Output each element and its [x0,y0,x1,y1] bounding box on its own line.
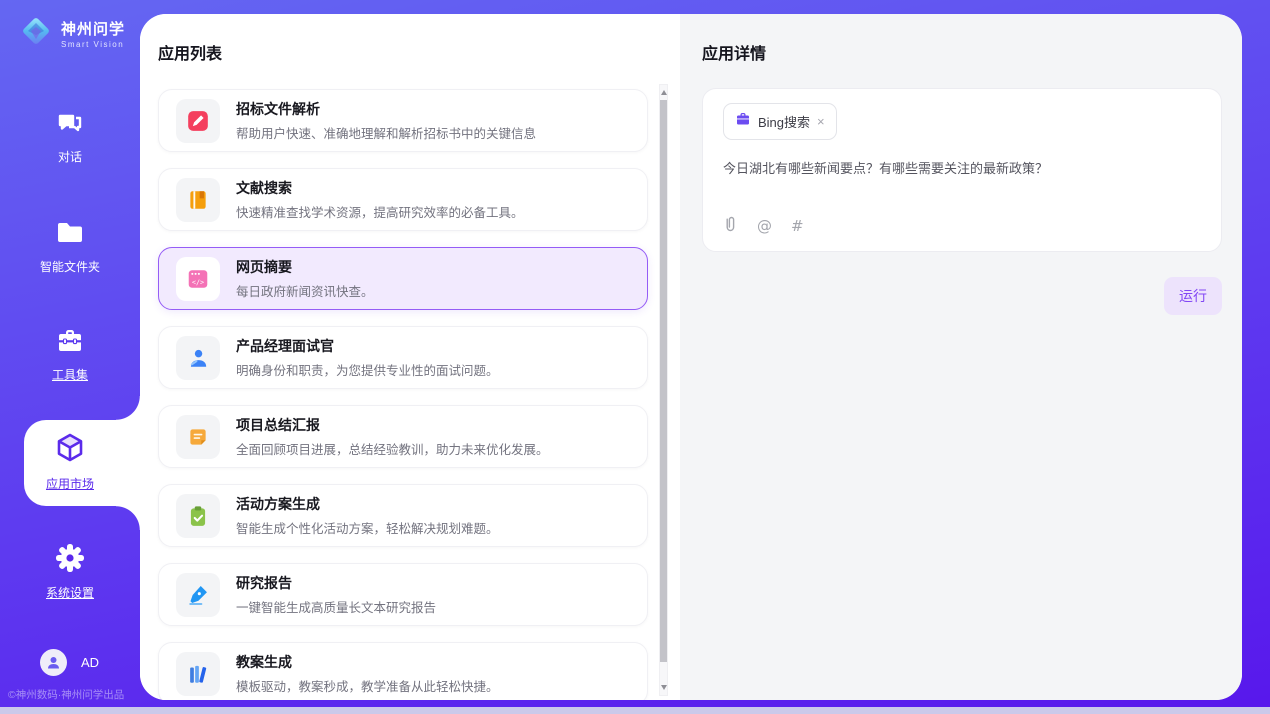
gear-icon [54,542,86,579]
tool-tag-bing-search[interactable]: Bing搜索 × [723,103,837,140]
hash-icon[interactable]: # [791,217,804,235]
app-list-scrollbar[interactable] [659,84,668,696]
app-card-project-summary[interactable]: 项目总结汇报 全面回顾项目进展，总结经验教训，助力未来优化发展。 [158,405,648,468]
app-name: 教案生成 [236,652,499,672]
brand-subtitle: Smart Vision [61,40,125,49]
sidebar-item-label: 系统设置 [46,584,94,601]
query-text[interactable]: 今日湖北有哪些新闻要点？有哪些需要关注的最新政策？ [723,158,1201,177]
at-mention-icon[interactable]: @ [757,217,772,235]
sidebar-item-smart-folder[interactable]: 智能文件夹 [0,218,140,275]
book-icon [176,178,220,222]
app-card-literature-search[interactable]: 文献搜索 快速精准查找学术资源，提高研究效率的必备工具。 [158,168,648,231]
toolbox-icon [54,326,86,361]
scroll-down-arrow-icon[interactable] [661,685,667,690]
app-detail-card: Bing搜索 × 今日湖北有哪些新闻要点？有哪些需要关注的最新政策？ @ # [702,88,1222,252]
run-button[interactable]: 运行 [1164,277,1222,315]
app-list-panel: 应用列表 招标文件解析 帮助用户快速、准确地理解和解析招标书中的关键信息 [140,14,680,700]
sidebar-item-label: 智能文件夹 [40,258,100,275]
app-desc: 全面回顾项目进展，总结经验教训，助力未来优化发展。 [236,439,549,458]
app-detail-panel: 应用详情 Bing搜索 × 今日湖北有哪些新闻要点？有哪些需要关注的最新政策？ [680,14,1242,700]
main-panel: 应用列表 招标文件解析 帮助用户快速、准确地理解和解析招标书中的关键信息 [140,14,1242,700]
brand-name: 神州问学 [61,18,125,39]
app-name: 招标文件解析 [236,99,536,119]
app-name: 网页摘要 [236,257,374,277]
app-desc: 模板驱动，教案秒成，教学准备从此轻松快捷。 [236,676,499,695]
diamond-gem-icon [18,13,54,54]
app-card-bid-analysis[interactable]: 招标文件解析 帮助用户快速、准确地理解和解析招标书中的关键信息 [158,89,648,152]
app-card-event-plan[interactable]: 活动方案生成 智能生成个性化活动方案，轻松解决规划难题。 [158,484,648,547]
app-desc: 每日政府新闻资讯快查。 [236,281,374,300]
scrollbar-thumb[interactable] [660,100,667,662]
app-card-research-report[interactable]: 研究报告 一键智能生成高质量长文本研究报告 [158,563,648,626]
chat-icon [55,108,85,143]
user-name: AD [81,655,99,670]
briefcase-icon [735,111,751,132]
sidebar-item-app-market[interactable]: 应用市场 [0,431,140,492]
pen-nib-icon [176,573,220,617]
clipboard-check-icon [176,494,220,538]
attachment-toolbar: @ # [723,215,804,237]
sidebar-item-label: 应用市场 [46,475,94,492]
sticky-note-icon [176,415,220,459]
app-name: 项目总结汇报 [236,415,549,435]
sidebar-item-label: 对话 [58,148,82,165]
edit-document-icon [176,99,220,143]
app-detail-title: 应用详情 [702,40,1222,64]
app-desc: 明确身份和职责，为您提供专业性的面试问题。 [236,360,499,379]
user-account[interactable]: AD [40,649,99,676]
paperclip-icon[interactable] [723,215,738,237]
app-name: 活动方案生成 [236,494,499,514]
sidebar-item-settings[interactable]: 系统设置 [0,542,140,601]
app-card-lesson-plan[interactable]: 教案生成 模板驱动，教案秒成，教学准备从此轻松快捷。 [158,642,648,700]
app-name: 产品经理面试官 [236,336,499,356]
close-icon[interactable]: × [817,115,825,128]
window-bottom-edge [0,707,1270,714]
sidebar: 神州问学 Smart Vision 对话 智能文件夹 [0,0,140,714]
app-desc: 智能生成个性化活动方案，轻松解决规划难题。 [236,518,499,537]
scroll-up-arrow-icon[interactable] [661,90,667,95]
app-desc: 帮助用户快速、准确地理解和解析招标书中的关键信息 [236,123,536,142]
browser-code-icon: </> [176,257,220,301]
sidebar-item-toolbox[interactable]: 工具集 [0,326,140,383]
sidebar-item-chat[interactable]: 对话 [0,108,140,165]
app-card-list: 招标文件解析 帮助用户快速、准确地理解和解析招标书中的关键信息 文献搜索 [158,89,648,700]
brand-logo: 神州问学 Smart Vision [18,13,125,54]
app-window: 神州问学 Smart Vision 对话 智能文件夹 [0,0,1270,714]
app-desc: 快速精准查找学术资源，提高研究效率的必备工具。 [236,202,524,221]
app-name: 研究报告 [236,573,436,593]
copyright-text: ©神州数码·神州问学出品 [8,687,124,702]
app-name: 文献搜索 [236,178,524,198]
app-desc: 一键智能生成高质量长文本研究报告 [236,597,436,616]
interviewer-person-icon [176,336,220,380]
sidebar-item-label: 工具集 [52,366,88,383]
app-card-web-summary[interactable]: </> 网页摘要 每日政府新闻资讯快查。 [158,247,648,310]
person-avatar-icon [40,649,67,676]
app-card-pm-interviewer[interactable]: 产品经理面试官 明确身份和职责，为您提供专业性的面试问题。 [158,326,648,389]
folder-icon [54,218,86,253]
svg-text:</>: </> [192,278,204,286]
tool-tag-label: Bing搜索 [758,112,810,131]
books-icon [176,652,220,696]
cube-icon [53,431,87,470]
app-list-title: 应用列表 [158,40,680,64]
